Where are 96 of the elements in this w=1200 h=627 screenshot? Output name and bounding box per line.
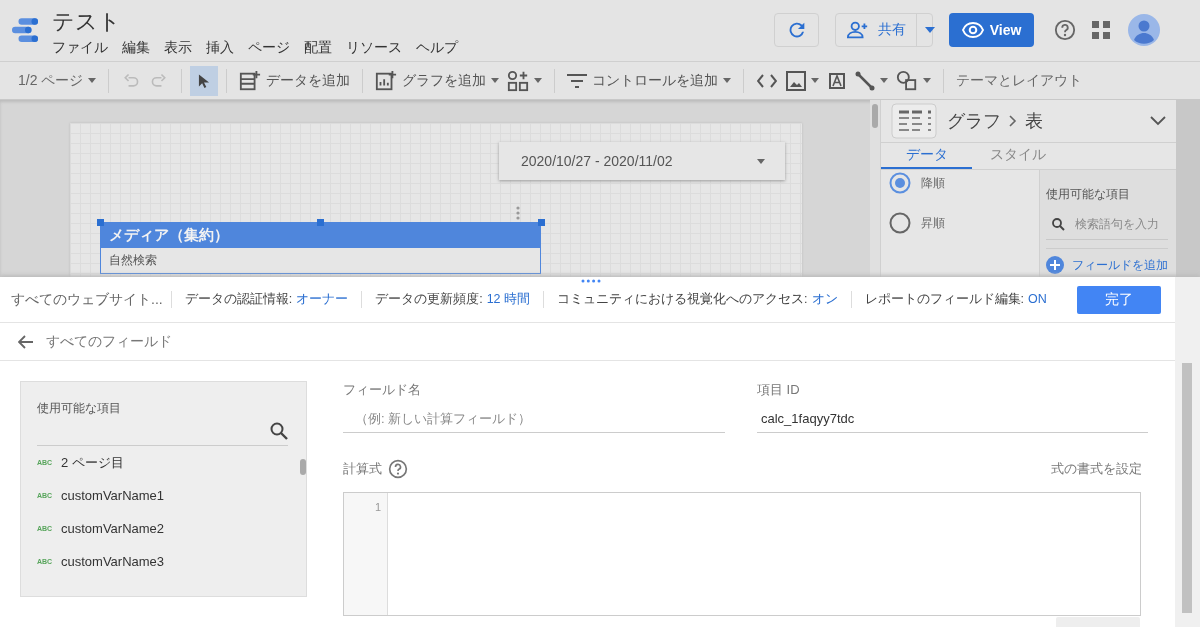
- caret-icon: [880, 78, 889, 83]
- help-icon[interactable]: [388, 459, 408, 479]
- menu-item[interactable]: 挿入: [206, 37, 248, 57]
- text-box-icon: [828, 71, 847, 90]
- table-header: メディア（集約）: [101, 223, 540, 248]
- undo-icon: [122, 71, 141, 90]
- field-label: 項目 ID: [757, 381, 801, 399]
- setting-item: コミュニティにおける視覚化へのアクセス: オン: [543, 291, 851, 308]
- code-icon: [757, 73, 778, 88]
- caret-icon: [723, 78, 732, 83]
- share-button[interactable]: 共有: [835, 13, 933, 47]
- section-label: 使用可能な項目: [37, 400, 122, 417]
- scrollbar-thumb[interactable]: [872, 104, 878, 128]
- chevron-right-icon: [1009, 114, 1017, 127]
- search-icon: [270, 422, 288, 440]
- resize-handle[interactable]: [97, 219, 104, 226]
- add-data-button[interactable]: データを追加: [235, 65, 355, 96]
- chevron-down-icon[interactable]: [1150, 115, 1166, 126]
- setting-link[interactable]: 12 時間: [486, 292, 531, 306]
- redo-icon: [150, 71, 169, 90]
- caret-icon: [757, 158, 765, 164]
- menu-item[interactable]: リソース: [346, 37, 416, 57]
- back-arrow-icon[interactable]: [18, 334, 34, 349]
- breadcrumb-item[interactable]: グラフ: [947, 108, 1001, 133]
- pointer-icon: [198, 72, 211, 89]
- data-source-name[interactable]: すべてのウェブサイト...: [11, 290, 163, 309]
- menu-item[interactable]: ファイル: [52, 37, 122, 57]
- filter-icon: [567, 73, 588, 88]
- page-selector[interactable]: 1/2 ページ: [14, 65, 101, 96]
- menu-item[interactable]: ヘルプ: [416, 37, 472, 57]
- tab[interactable]: データ: [881, 142, 972, 169]
- field-name-input[interactable]: （例: 新しい計算フィールド）: [343, 405, 725, 433]
- setting-item: レポートのフィールド編集: ON: [850, 291, 1060, 308]
- pointer-button[interactable]: [190, 65, 219, 96]
- drag-handle-icon[interactable]: [581, 279, 601, 283]
- report-title[interactable]: テスト: [52, 8, 472, 36]
- resize-handle[interactable]: [317, 219, 324, 226]
- section-label: 使用可能な項目: [1046, 186, 1131, 203]
- resize-handle[interactable]: [538, 219, 545, 226]
- add-chart-icon: [375, 69, 398, 92]
- breadcrumb-item: 表: [1025, 109, 1043, 133]
- caret-icon: [88, 78, 97, 83]
- field-item[interactable]: 2 ページ目: [61, 453, 124, 472]
- theme-button[interactable]: テーマとレイアウト: [952, 65, 1087, 96]
- help-icon[interactable]: [1054, 19, 1076, 41]
- add-control-button[interactable]: コントロールを追加: [563, 65, 736, 96]
- add-data-icon: [239, 69, 262, 92]
- format-link[interactable]: 式の書式を設定: [1051, 460, 1148, 478]
- date-range-control[interactable]: 2020/10/27 - 2020/11/02: [499, 142, 785, 180]
- caret-icon: [923, 78, 932, 83]
- setting-item: データの認証情報: オーナー: [170, 291, 362, 308]
- refresh-button[interactable]: [774, 13, 819, 47]
- field-label: 計算式: [343, 460, 382, 478]
- scrollbar-thumb[interactable]: [300, 459, 306, 475]
- field-item[interactable]: customVarName1: [61, 488, 165, 503]
- caret-icon[interactable]: [925, 27, 935, 33]
- setting-link[interactable]: オーナー: [296, 292, 349, 306]
- logo-icon: [12, 16, 38, 42]
- line-icon: [855, 70, 876, 91]
- menu-item[interactable]: 配置: [304, 37, 346, 57]
- setting-link[interactable]: ON: [1028, 292, 1047, 306]
- radio-label: 昇順: [921, 214, 945, 232]
- date-range-text: 2020/10/27 - 2020/11/02: [521, 153, 673, 169]
- scrollbar-thumb[interactable]: [1182, 363, 1192, 613]
- menu-item[interactable]: 表示: [164, 37, 206, 57]
- eye-icon: [961, 22, 984, 38]
- radio-button[interactable]: [889, 212, 911, 234]
- shapes-grid-icon: [507, 69, 530, 92]
- image-icon: [786, 70, 807, 91]
- radio-label: 降順: [921, 174, 945, 192]
- share-label: 共有: [878, 21, 906, 39]
- line-number: 1: [373, 501, 381, 513]
- back-link[interactable]: すべてのフィールド: [46, 332, 172, 351]
- menu-item[interactable]: 編集: [122, 37, 164, 57]
- done-button[interactable]: 完了: [1077, 285, 1161, 314]
- avatar-icon[interactable]: [1128, 14, 1160, 46]
- add-chart-button[interactable]: グラフを追加: [371, 65, 504, 96]
- field-item[interactable]: customVarName2: [61, 521, 165, 536]
- shapes-icon: [896, 69, 919, 92]
- apps-icon[interactable]: [1092, 21, 1110, 39]
- add-person-icon: [846, 19, 870, 41]
- drag-handle-icon[interactable]: [516, 206, 520, 220]
- view-button[interactable]: View: [949, 13, 1034, 47]
- field-id-input[interactable]: calc_1faqyy7tdc: [757, 405, 1148, 433]
- caret-icon: [811, 78, 820, 83]
- radio-button[interactable]: [889, 172, 911, 194]
- add-icon: [1046, 256, 1064, 274]
- field-item[interactable]: customVarName3: [61, 554, 165, 569]
- field-label: フィールド名: [343, 381, 422, 399]
- caret-icon: [491, 78, 500, 83]
- caret-icon: [534, 78, 543, 83]
- setting-item: データの更新頻度: 12 時間: [361, 291, 544, 308]
- menu-item[interactable]: ページ: [248, 37, 304, 57]
- setting-link[interactable]: オン: [811, 292, 838, 306]
- search-icon: [1052, 217, 1065, 231]
- table-cell: 自然検索: [101, 248, 540, 273]
